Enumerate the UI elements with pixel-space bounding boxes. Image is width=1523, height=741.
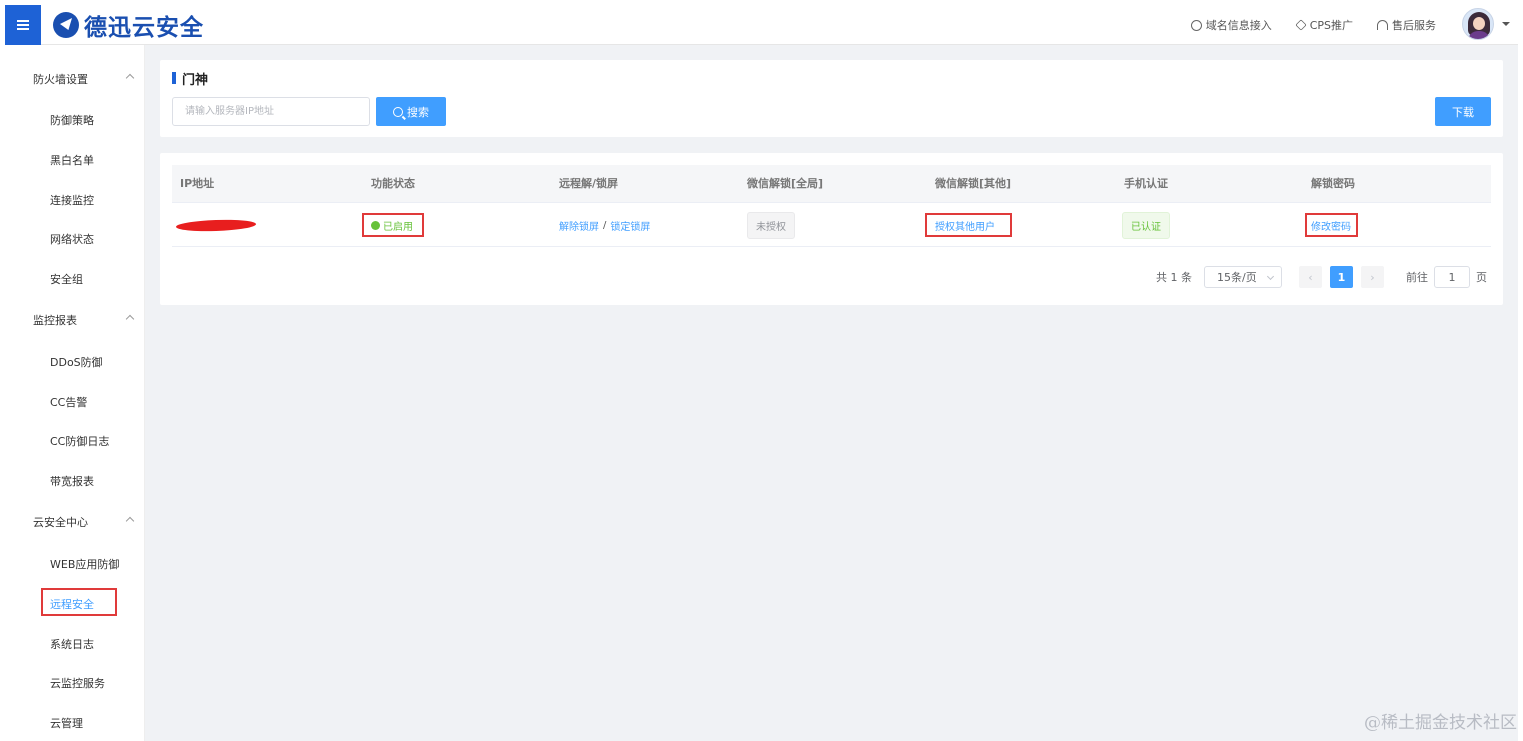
- title-accent-bar: [172, 72, 176, 84]
- sidebar-item-ddos[interactable]: DDoS防御: [50, 352, 103, 372]
- sidebar: 防火墙设置 防御策略 黑白名单 连接监控 网络状态 安全组 监控报表 DDoS防…: [5, 45, 145, 741]
- chevron-up-icon: [125, 73, 135, 83]
- column-header-wechat-global: 微信解锁[全局]: [747, 177, 824, 190]
- chevron-up-icon: [125, 314, 135, 324]
- watermark: @稀土掘金技术社区: [1364, 713, 1517, 733]
- sidebar-item-waf[interactable]: WEB应用防御: [50, 554, 119, 574]
- sidebar-group-reports[interactable]: 监控报表: [33, 310, 135, 330]
- status-badge: 已启用: [371, 218, 413, 233]
- chevron-down-icon: [1266, 272, 1275, 281]
- sidebar-item-blackwhite-list[interactable]: 黑白名单: [50, 150, 94, 170]
- top-link-label: CPS推广: [1309, 19, 1353, 32]
- page-number-current[interactable]: 1: [1330, 266, 1353, 288]
- sidebar-group-cloud-security[interactable]: 云安全中心: [33, 512, 135, 532]
- cell-status: 已启用: [371, 203, 413, 247]
- chevron-left-icon: ‹: [1308, 270, 1313, 284]
- column-header-phone-auth: 手机认证: [1124, 177, 1168, 190]
- sidebar-item-cc-log[interactable]: CC防御日志: [50, 431, 109, 451]
- separator: /: [603, 219, 607, 231]
- sidebar-group-firewall[interactable]: 防火墙设置: [33, 69, 135, 89]
- cell-ip: [175, 203, 257, 247]
- status-dot-icon: [371, 220, 380, 230]
- top-link-support[interactable]: 售后服务: [1377, 17, 1436, 33]
- authorize-other-users-link[interactable]: 授权其他用户: [935, 218, 995, 233]
- prev-page-button[interactable]: ‹: [1299, 266, 1322, 288]
- sidebar-item-defense-policy[interactable]: 防御策略: [50, 110, 94, 130]
- change-password-link[interactable]: 修改密码: [1311, 218, 1351, 233]
- top-link-domain[interactable]: 域名信息接入: [1190, 17, 1272, 33]
- status-text: 已启用: [383, 221, 413, 233]
- table-card: IP地址 功能状态 远程解/锁屏 微信解锁[全局] 微信解锁[其他] 手机认证 …: [160, 153, 1503, 305]
- download-button[interactable]: 下载: [1435, 97, 1491, 126]
- column-header-unlock-password: 解锁密码: [1311, 177, 1355, 190]
- top-link-label: 域名信息接入: [1205, 19, 1272, 32]
- unlock-screen-link[interactable]: 解除锁屏: [559, 218, 599, 233]
- top-bar: 德迅云安全 域名信息接入 CPS推广 售后服务: [5, 5, 1518, 45]
- cell-wechat-other: 授权其他用户: [935, 203, 995, 247]
- goto-label: 前往: [1406, 271, 1428, 284]
- cell-unlock-password: 修改密码: [1311, 203, 1351, 247]
- unauthorized-tag: 未授权: [747, 211, 795, 239]
- table-row: 已启用 解除锁屏 / 锁定锁屏 未授权 授权其他用户 已认证 修改密码: [172, 203, 1491, 247]
- page-size-select[interactable]: 15条/页: [1204, 266, 1282, 288]
- column-header-ip: IP地址: [180, 177, 215, 190]
- headset-icon: [1377, 20, 1388, 30]
- page-title: 门神: [182, 73, 209, 88]
- search-button[interactable]: 搜索: [376, 97, 446, 126]
- search-button-label: 搜索: [407, 105, 429, 119]
- column-header-status: 功能状态: [371, 177, 415, 190]
- pagination-total: 共 1 条: [1156, 271, 1192, 284]
- filter-card: 门神 搜索 下载: [160, 60, 1503, 137]
- sidebar-item-bandwidth[interactable]: 带宽报表: [50, 471, 94, 491]
- menu-toggle-button[interactable]: [5, 5, 41, 45]
- sidebar-group-label: 监控报表: [33, 314, 77, 327]
- top-links: 域名信息接入 CPS推广 售后服务: [1190, 5, 1436, 45]
- column-header-wechat-other: 微信解锁[其他]: [935, 177, 1012, 190]
- cell-remote-lock: 解除锁屏 / 锁定锁屏: [559, 203, 650, 247]
- sidebar-item-remote-security[interactable]: 远程安全: [50, 594, 94, 614]
- caret-down-icon[interactable]: [1502, 22, 1510, 26]
- sidebar-item-cc-alert[interactable]: CC告警: [50, 392, 87, 412]
- sidebar-item-cloud-monitor[interactable]: 云监控服务: [50, 673, 105, 693]
- chevron-up-icon: [125, 516, 135, 526]
- page-suffix: 页: [1476, 271, 1487, 284]
- pagination: 共 1 条 15条/页 ‹ 1 › 前往 页: [1156, 265, 1487, 289]
- hamburger-icon: [17, 20, 29, 30]
- lock-screen-link[interactable]: 锁定锁屏: [610, 218, 650, 233]
- avatar[interactable]: [1462, 8, 1494, 40]
- cube-icon: [1295, 19, 1307, 31]
- chevron-right-icon: ›: [1370, 270, 1375, 284]
- goto-page-input[interactable]: [1434, 266, 1470, 288]
- verified-tag: 已认证: [1122, 211, 1170, 239]
- sidebar-item-connection-monitor[interactable]: 连接监控: [50, 190, 94, 210]
- sidebar-item-cloud-manage[interactable]: 云管理: [50, 713, 83, 733]
- sidebar-group-label: 云安全中心: [33, 516, 88, 529]
- logo-text: 德迅云安全: [84, 15, 204, 41]
- globe-icon: [1190, 19, 1202, 31]
- sidebar-item-security-group[interactable]: 安全组: [50, 269, 83, 289]
- redaction-mark: [175, 218, 257, 232]
- table-header: IP地址 功能状态 远程解/锁屏 微信解锁[全局] 微信解锁[其他] 手机认证 …: [172, 165, 1491, 203]
- next-page-button[interactable]: ›: [1361, 266, 1384, 288]
- cell-wechat-global: 未授权: [747, 203, 795, 247]
- logo-mark-icon: [53, 12, 79, 38]
- top-link-label: 售后服务: [1392, 19, 1436, 32]
- column-header-remote-lock: 远程解/锁屏: [559, 177, 619, 190]
- sidebar-item-network-status[interactable]: 网络状态: [50, 229, 94, 249]
- sidebar-group-label: 防火墙设置: [33, 73, 88, 86]
- page-size-value: 15条/页: [1217, 271, 1257, 284]
- cell-phone-auth: 已认证: [1122, 203, 1170, 247]
- main-content: 门神 搜索 下载 IP地址 功能状态 远程解/锁屏 微信解锁[全局] 微信解锁[…: [145, 45, 1518, 741]
- search-icon: [393, 106, 403, 117]
- ip-search-input[interactable]: [172, 97, 370, 126]
- top-link-cps[interactable]: CPS推广: [1295, 17, 1353, 33]
- sidebar-item-system-log[interactable]: 系统日志: [50, 634, 94, 654]
- logo[interactable]: 德迅云安全: [53, 9, 204, 41]
